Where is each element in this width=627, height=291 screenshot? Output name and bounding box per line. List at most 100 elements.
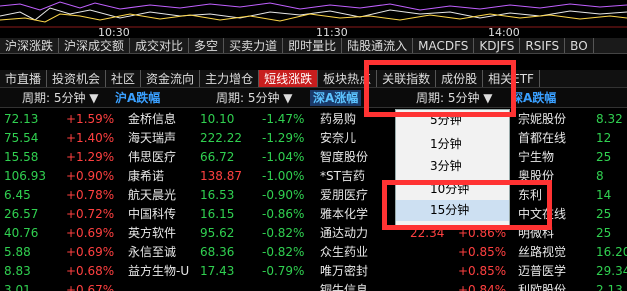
- tab-indicator[interactable]: 沪深涨跌: [0, 38, 60, 53]
- left-change: +0.90%: [66, 169, 115, 183]
- stock-name: 铜牛信息: [320, 283, 369, 291]
- table-row[interactable]: 72.13 +1.59% 金桥信息 10.10 -1.47% 药易购 宗妮股份 8.32: [0, 110, 627, 129]
- period-selector-mid[interactable]: 周期: 5分钟 ▼: [216, 90, 293, 106]
- stock-change: -0.82%: [262, 245, 305, 259]
- stock-name: 益方生物-U: [128, 264, 190, 278]
- stock-price: 25: [596, 150, 612, 164]
- tab-live[interactable]: 市直播: [0, 70, 48, 87]
- table-row[interactable]: 75.54 +1.40% 海天瑞声 222.22 -1.29% 安奈儿 首都在线 12: [0, 129, 627, 148]
- stock-change: +0.84%: [458, 283, 507, 291]
- tab-indicator[interactable]: 成交对比: [130, 38, 190, 53]
- stock-name: 智度股份: [320, 150, 369, 164]
- stock-name: 利欧股份: [518, 283, 567, 291]
- section-title-mid: 深A涨幅: [310, 90, 362, 106]
- stock-change: -1.47%: [262, 112, 305, 126]
- stock-change: +0.85%: [458, 245, 507, 259]
- stock-price: 17.43: [200, 264, 235, 278]
- tab-indicator[interactable]: 即时量比: [283, 38, 343, 53]
- stock-change: -0.79%: [262, 264, 305, 278]
- stock-price: 14: [596, 188, 612, 202]
- tab-community[interactable]: 社区: [106, 70, 142, 87]
- stock-price: 12: [596, 131, 612, 145]
- stock-change: -0.90%: [262, 188, 305, 202]
- tab-indicator[interactable]: RSIFS: [520, 38, 566, 53]
- section-header: 周期: 5分钟 ▼ 沪A跌幅 周期: 5分钟 ▼ 深A涨幅 周期: 5分钟 ▼ …: [0, 88, 627, 108]
- stock-change: -0.86%: [262, 207, 305, 221]
- tab-short-term-change[interactable]: 短线涨跌: [259, 70, 319, 87]
- stock-name: 众生药业: [320, 245, 369, 259]
- stock-name: 英方软件: [128, 226, 177, 240]
- tab-main-increase[interactable]: 主力增仓: [200, 70, 260, 87]
- stock-price: 95.62: [200, 226, 235, 240]
- stock-name: 唯万密封: [320, 264, 369, 278]
- stock-name: 中国科传: [128, 207, 177, 221]
- stock-name: 伟思医疗: [128, 150, 177, 164]
- left-change: +0.78%: [66, 188, 115, 202]
- left-price: 72.13: [4, 112, 39, 126]
- time-axis: 10:30 11:30 14:00: [0, 26, 627, 39]
- feature-tab-bar: 市直播 投资机会 社区 资金流向 主力增仓 短线涨跌 板块热点 关联指数 成份股…: [0, 70, 627, 88]
- stock-change: +0.85%: [458, 264, 507, 278]
- left-change: +0.67%: [66, 283, 115, 291]
- stock-change: -0.82%: [262, 226, 305, 240]
- stock-name: 海天瑞声: [128, 131, 177, 145]
- table-row[interactable]: 5.88 +0.69% 永信至诚 68.36 -0.82% 众生药业 +0.85% 丝路视觉 1…: [0, 243, 627, 262]
- time-label: 14:00: [488, 26, 520, 39]
- stock-price: 29.34: [596, 264, 627, 278]
- intraday-lines: [0, 1, 627, 28]
- table-row[interactable]: 8.83 +0.68% 益方生物-U 17.43 -0.79% 唯万密封 +0.85% 迈普医…: [0, 262, 627, 281]
- stock-change: -1.04%: [262, 150, 305, 164]
- tab-fund-flow[interactable]: 资金流向: [141, 70, 201, 87]
- stock-name: 安奈儿: [320, 131, 357, 145]
- time-label: 11:30: [316, 26, 348, 39]
- stock-price: 16.53: [200, 188, 235, 202]
- stock-price: 25: [596, 207, 612, 221]
- stock-price: 16.15: [200, 207, 235, 221]
- left-change: +0.68%: [66, 264, 115, 278]
- stock-price: 16.20: [596, 245, 627, 259]
- stock-name: 航天晨光: [128, 188, 177, 202]
- stock-name: *ST吉药: [320, 169, 365, 183]
- stock-price: 25: [596, 226, 612, 240]
- stock-change: -1.29%: [262, 131, 305, 145]
- left-price: 26.57: [4, 207, 39, 221]
- stock-price: 8: [596, 169, 604, 183]
- left-change: +0.72%: [66, 207, 115, 221]
- stock-name: 爱朋医疗: [320, 188, 369, 202]
- tab-indicator[interactable]: 沪深成交额: [59, 38, 131, 53]
- left-change: +1.59%: [66, 112, 115, 126]
- dropdown-option[interactable]: 1分钟: [396, 134, 509, 155]
- left-change: +1.29%: [66, 150, 115, 164]
- table-row[interactable]: 3.01 +0.67% 铜牛信息 +0.84% 利欧股份 2.13: [0, 281, 627, 291]
- stock-price: 222.22: [200, 131, 242, 145]
- tab-indicator[interactable]: MACDFS: [413, 38, 475, 53]
- tab-opportunity[interactable]: 投资机会: [47, 70, 107, 87]
- tab-indicator[interactable]: BO: [565, 38, 594, 53]
- table-row[interactable]: 15.58 +1.29% 伟思医疗 66.72 -1.04% 智度股份 宁生物 25: [0, 148, 627, 167]
- left-price: 6.45: [4, 188, 31, 202]
- stock-name: 药易购: [320, 112, 357, 126]
- left-change: +1.40%: [66, 131, 115, 145]
- dropdown-option[interactable]: 3分钟: [396, 156, 509, 177]
- stock-name: 通达动力: [320, 226, 369, 240]
- left-change: +0.69%: [66, 245, 115, 259]
- tab-indicator[interactable]: 陆股通流入: [342, 38, 414, 53]
- tab-indicator[interactable]: 买卖力道: [224, 38, 284, 53]
- tab-indicator[interactable]: 多空: [189, 38, 225, 53]
- stock-name: 首都在线: [518, 131, 567, 145]
- annotation-box-15min: [382, 180, 552, 230]
- stock-price: 68.36: [200, 245, 235, 259]
- stock-price: 8.32: [596, 112, 623, 126]
- stock-name: 永信至诚: [128, 245, 177, 259]
- section-title-left: 沪A跌幅: [115, 91, 161, 105]
- stock-price: 2.13: [596, 283, 623, 291]
- left-price: 3.01: [4, 283, 31, 291]
- stock-name: 迈普医学: [518, 264, 567, 278]
- stock-price: 66.72: [200, 150, 235, 164]
- tab-indicator[interactable]: KDJFS: [474, 38, 521, 53]
- blank-strip: [0, 54, 627, 70]
- period-selector-left[interactable]: 周期: 5分钟 ▼: [22, 90, 99, 106]
- stock-name: 雅本化学: [320, 207, 369, 221]
- left-price: 8.83: [4, 264, 31, 278]
- stock-price: 10.10: [200, 112, 235, 126]
